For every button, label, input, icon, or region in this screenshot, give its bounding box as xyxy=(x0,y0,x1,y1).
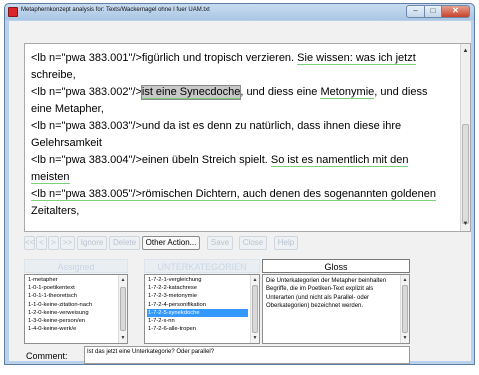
assigned-items: 1-metapher 1-0-1-poetikentext 1-0-1-1-th… xyxy=(27,276,116,333)
text-pane[interactable]: <lb n="pwa 383.001"/>figürlich und tropi… xyxy=(24,43,471,232)
scroll-up-icon[interactable]: ▲ xyxy=(401,276,409,284)
unterkategorien-listbox[interactable]: 1-7-2-1-vergleichung 1-7-2-2-katachrese … xyxy=(144,274,260,344)
annotated-term[interactable]: So ist es namentlich mit den xyxy=(270,154,409,167)
client-area: <lb n="pwa 383.001"/>figürlich und tropi… xyxy=(9,21,471,364)
list-item[interactable]: 1-7-2-x-nn xyxy=(147,317,248,325)
last-button[interactable]: >> xyxy=(60,236,75,250)
text-line: Zeitalters, xyxy=(31,205,80,217)
list-item-selected[interactable]: 1-7-2-5-synekdoche xyxy=(147,308,248,317)
assigned-scrollbar[interactable]: ▲ ▼ xyxy=(118,275,127,343)
gloss-text: Die Unterkategorien der Metapher beinhal… xyxy=(266,278,387,310)
list-item[interactable]: 1-7-2-1-vergleichung xyxy=(147,276,248,284)
text-line: meisten xyxy=(31,169,453,186)
annotated-term[interactable]: Metonymie xyxy=(320,86,375,99)
text-line: <lb n="pwa 383.004"/>einen übeln Streich… xyxy=(31,154,409,167)
scroll-thumb[interactable] xyxy=(402,285,408,333)
unterkategorien-scrollbar[interactable]: ▲ ▼ xyxy=(250,275,259,343)
delete-button[interactable]: Delete xyxy=(109,236,140,250)
list-item[interactable]: 1-1-0-keine-zitation-nach xyxy=(27,301,116,309)
list-item[interactable]: 1-2-0-keine-verweisung xyxy=(27,309,116,317)
scroll-down-icon[interactable]: ▼ xyxy=(461,219,470,229)
unterkategorien-header: UNTERKATEGORIEN xyxy=(144,259,260,273)
comment-input[interactable]: Ist das jetzt eine Unterkategorie? Oder … xyxy=(84,346,410,364)
gloss-header: Gloss xyxy=(262,259,410,273)
window-controls: – □ ✕ xyxy=(406,5,470,18)
text-line: <lb n="pwa 383.002"/>ist eine Synecdoche… xyxy=(31,85,428,100)
window-title: Metaphernkonzept analysis for: Texts/Wac… xyxy=(21,7,210,13)
list-item[interactable]: 1-7-2-3-metonymie xyxy=(147,292,248,300)
prev-button[interactable]: < xyxy=(36,236,47,250)
next-button[interactable]: > xyxy=(48,236,59,250)
scroll-up-icon[interactable]: ▲ xyxy=(119,276,127,284)
text-line: eine Metapher, xyxy=(31,103,104,115)
assigned-header: Assigned xyxy=(24,259,128,273)
assigned-listbox[interactable]: 1-metapher 1-0-1-poetikentext 1-0-1-1-th… xyxy=(24,274,128,344)
scroll-up-icon[interactable]: ▲ xyxy=(461,46,470,56)
list-item[interactable]: 1-7-2-4-personifikation xyxy=(147,301,248,309)
text-content[interactable]: <lb n="pwa 383.001"/>figürlich und tropi… xyxy=(31,50,453,220)
text-line: <lb n="pwa 383.001"/>figürlich und tropi… xyxy=(31,52,416,65)
scroll-up-icon[interactable]: ▲ xyxy=(251,276,259,284)
close-window-button[interactable]: ✕ xyxy=(442,5,470,18)
gloss-scrollbar[interactable]: ▲ ▼ xyxy=(400,275,409,343)
action-toolbar: << < > >> Ignore Delete Other Action... … xyxy=(24,236,471,251)
ignore-button[interactable]: Ignore xyxy=(77,236,107,250)
maximize-button[interactable]: □ xyxy=(425,5,442,18)
close-button[interactable]: Close xyxy=(239,236,267,250)
app-icon xyxy=(8,7,18,17)
scroll-thumb[interactable] xyxy=(252,285,258,333)
text-scrollbar[interactable]: ▲ ▼ xyxy=(460,44,470,231)
text-line: Gelehrsamkeit xyxy=(31,137,102,149)
list-item[interactable]: 1-7-2-2-katachrese xyxy=(147,284,248,292)
text-line: <lb n="pwa 383.005"/>römischen Dichtern,… xyxy=(31,188,437,201)
list-item[interactable]: 1-7-2-6-alle-tropen xyxy=(147,325,248,333)
scroll-down-icon[interactable]: ▼ xyxy=(119,334,127,342)
scroll-thumb[interactable] xyxy=(462,124,469,224)
list-item[interactable]: 1-4-0-keine-werk/e xyxy=(27,325,116,333)
title-bar[interactable]: Metaphernkonzept analysis for: Texts/Wac… xyxy=(5,4,474,20)
annotated-term[interactable]: meisten xyxy=(31,171,70,184)
other-action-button[interactable]: Other Action... xyxy=(142,236,200,250)
list-item[interactable]: 1-metapher xyxy=(27,276,116,284)
scroll-thumb[interactable] xyxy=(120,287,126,331)
gloss-box[interactable]: Die Unterkategorien der Metapher beinhal… xyxy=(262,274,410,344)
highlighted-annotation[interactable]: ist eine Synecdoche xyxy=(140,85,242,100)
app-window: Metaphernkonzept analysis for: Texts/Wac… xyxy=(4,3,475,365)
scroll-down-icon[interactable]: ▼ xyxy=(401,334,409,342)
save-button[interactable]: Save xyxy=(207,236,233,250)
first-button[interactable]: << xyxy=(24,236,35,250)
minimize-button[interactable]: – xyxy=(406,5,425,18)
list-item[interactable]: 1-0-1-1-theoretisch xyxy=(27,292,116,300)
scroll-down-icon[interactable]: ▼ xyxy=(251,334,259,342)
unterkategorien-items: 1-7-2-1-vergleichung 1-7-2-2-katachrese … xyxy=(147,276,248,333)
list-item[interactable]: 1-3-0-keine-person/en xyxy=(27,317,116,325)
text-line: schreibe, xyxy=(31,69,76,81)
comment-label: Comment: xyxy=(26,351,68,361)
list-item[interactable]: 1-0-1-poetikentext xyxy=(27,284,116,292)
text-line: <lb n="pwa 383.003"/>und da ist es denn … xyxy=(31,120,402,132)
help-button[interactable]: Help xyxy=(274,236,298,250)
